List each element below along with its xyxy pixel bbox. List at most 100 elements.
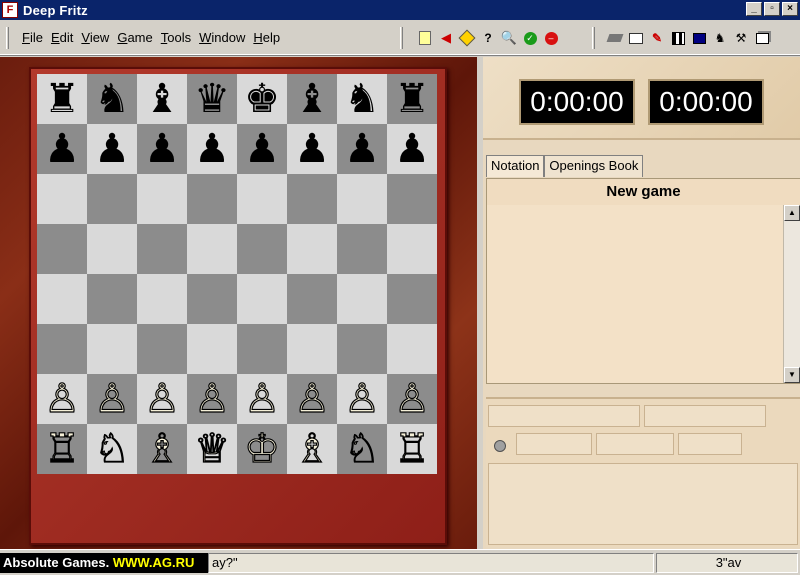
board-square[interactable]: ♟ (37, 124, 87, 174)
board-square[interactable]: ♙ (337, 374, 387, 424)
board-square[interactable] (37, 174, 87, 224)
board-square[interactable]: ♟ (137, 124, 187, 174)
menu-window[interactable]: Window (199, 30, 245, 45)
board-square[interactable]: ♛ (187, 74, 237, 124)
board-square[interactable] (387, 224, 437, 274)
board-square[interactable] (387, 174, 437, 224)
minimize-button[interactable]: _ (746, 2, 762, 16)
menu-file[interactable]: File (22, 30, 43, 45)
board-square[interactable]: ♙ (387, 374, 437, 424)
stop-icon[interactable]: – (542, 29, 560, 47)
board-square[interactable]: ♟ (287, 124, 337, 174)
board-square[interactable] (37, 274, 87, 324)
board-square[interactable] (187, 274, 237, 324)
take-back-icon[interactable]: ◀ (437, 29, 455, 47)
board-square[interactable]: ♜ (37, 74, 87, 124)
board-square[interactable]: ♙ (137, 374, 187, 424)
board-square[interactable] (137, 224, 187, 274)
menu-view[interactable]: View (81, 30, 109, 45)
board-square[interactable]: ♞ (337, 74, 387, 124)
board-square[interactable]: ♟ (187, 124, 237, 174)
engine-icon[interactable] (627, 29, 645, 47)
board-square[interactable]: ♖ (37, 424, 87, 474)
piece-icon[interactable]: ♞ (711, 29, 729, 47)
board-square[interactable] (287, 174, 337, 224)
hint-icon[interactable] (458, 29, 476, 47)
board-square[interactable]: ♞ (87, 74, 137, 124)
board-square[interactable]: ♙ (37, 374, 87, 424)
board-square[interactable] (237, 274, 287, 324)
board-square[interactable]: ♙ (287, 374, 337, 424)
board-square[interactable]: ♗ (287, 424, 337, 474)
board-square[interactable] (37, 224, 87, 274)
board-square[interactable] (337, 174, 387, 224)
analysis-icon[interactable]: 🔍 (500, 29, 518, 47)
tab-notation[interactable]: Notation (486, 155, 545, 177)
close-button[interactable]: × (782, 2, 798, 16)
menu-edit[interactable]: Edit (51, 30, 73, 45)
board-square[interactable]: ♟ (237, 124, 287, 174)
notation-scrollbar[interactable]: ▲ ▼ (783, 205, 800, 383)
board-square[interactable]: ♝ (137, 74, 187, 124)
accept-icon[interactable]: ✓ (521, 29, 539, 47)
board-square[interactable]: ♟ (87, 124, 137, 174)
board-square[interactable]: ♟ (387, 124, 437, 174)
board-square[interactable]: ♙ (87, 374, 137, 424)
board-square[interactable]: ♝ (287, 74, 337, 124)
board-square[interactable] (287, 274, 337, 324)
board-square[interactable] (287, 324, 337, 374)
board-square[interactable] (337, 274, 387, 324)
board-square[interactable]: ♜ (387, 74, 437, 124)
board-square[interactable] (137, 174, 187, 224)
board-square[interactable] (187, 324, 237, 374)
board-square[interactable] (387, 324, 437, 374)
board-square[interactable] (187, 224, 237, 274)
board-square[interactable] (87, 224, 137, 274)
database-icon[interactable] (669, 29, 687, 47)
board-square[interactable]: ♖ (387, 424, 437, 474)
menu-grip[interactable] (6, 27, 9, 49)
board-square[interactable] (37, 324, 87, 374)
toolbar-grip-1[interactable] (400, 27, 403, 49)
edit-icon[interactable]: ✎ (648, 29, 666, 47)
board-square[interactable]: ♘ (87, 424, 137, 474)
explain-icon[interactable]: ? (479, 29, 497, 47)
board-square[interactable] (87, 274, 137, 324)
board-square[interactable] (387, 274, 437, 324)
board-square[interactable] (237, 324, 287, 374)
scroll-up-icon[interactable]: ▲ (784, 205, 800, 221)
chess-board[interactable]: ♜ ♞ ♝ ♛ ♚ ♝ ♞ ♜ ♟ ♟ ♟ ♟ ♟ ♟ ♟ ♟ ♙ ♙ ♙ ♙ ♙ ♙ ♙ ♙ ♖ ♘ ♗ ♕ ♔ ♗ ♘ ♖ (37, 74, 437, 474)
board-square[interactable]: ♕ (187, 424, 237, 474)
board-square[interactable]: ♘ (337, 424, 387, 474)
board-square[interactable] (87, 324, 137, 374)
board-icon[interactable] (606, 29, 624, 47)
board-square[interactable]: ♚ (237, 74, 287, 124)
menu-tools[interactable]: Tools (161, 30, 191, 45)
fritz-app-icon[interactable]: F (2, 2, 18, 18)
board-square[interactable]: ♟ (337, 124, 387, 174)
toolbar-grip-2[interactable] (592, 27, 595, 49)
board-square[interactable] (287, 224, 337, 274)
menu-game[interactable]: Game (117, 30, 152, 45)
board-square[interactable] (237, 224, 287, 274)
board-square[interactable]: ♗ (137, 424, 187, 474)
board-square[interactable] (187, 174, 237, 224)
board-square[interactable] (337, 324, 387, 374)
screen-icon[interactable] (690, 29, 708, 47)
notation-pane[interactable]: New game ▲ ▼ (486, 178, 800, 384)
tools-icon[interactable]: ⚒ (732, 29, 750, 47)
board-square[interactable] (237, 174, 287, 224)
board-square[interactable] (137, 324, 187, 374)
windows-icon[interactable] (753, 29, 771, 47)
menu-help[interactable]: Help (253, 30, 280, 45)
board-square[interactable] (87, 174, 137, 224)
board-square[interactable] (337, 224, 387, 274)
restore-button[interactable]: ▫ (764, 2, 780, 16)
new-game-icon[interactable] (416, 29, 434, 47)
board-square[interactable]: ♙ (237, 374, 287, 424)
engine-toggle-icon[interactable] (494, 440, 506, 452)
board-square[interactable]: ♔ (237, 424, 287, 474)
board-square[interactable]: ♙ (187, 374, 237, 424)
tab-openings-book[interactable]: Openings Book (544, 155, 644, 177)
board-square[interactable] (137, 274, 187, 324)
